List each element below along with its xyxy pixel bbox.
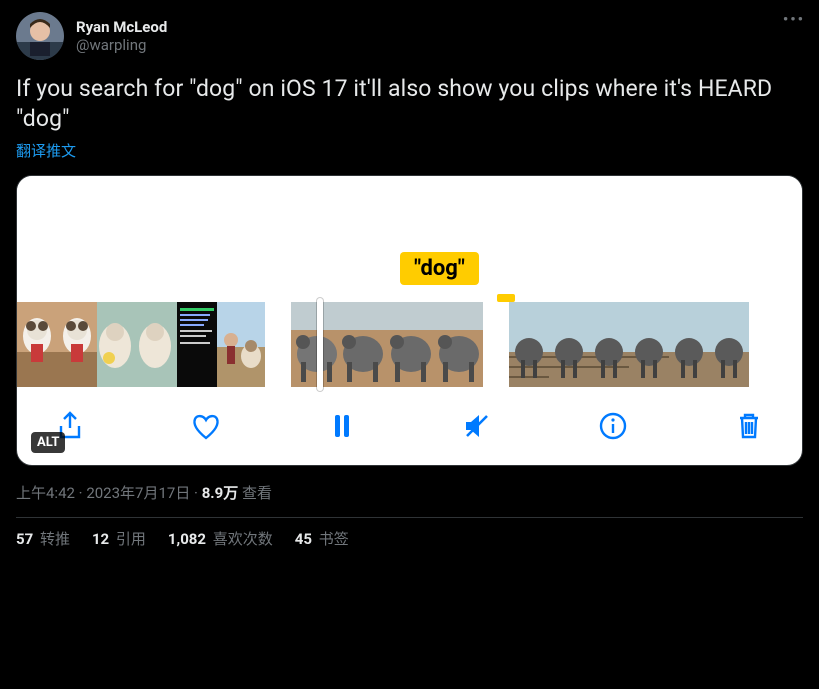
alt-badge[interactable]: ALT — [31, 432, 65, 453]
tweet-header: Ryan McLeod @warpling — [16, 12, 803, 60]
stat-likes[interactable]: 1,082 喜欢次数 — [168, 528, 273, 549]
stat-quotes[interactable]: 12 引用 — [92, 528, 146, 549]
media-toolbar — [17, 387, 802, 457]
caption-tick — [497, 294, 515, 302]
tweet-meta[interactable]: 上午4:42 · 2023年7月17日 · 8.9万 查看 — [16, 482, 803, 503]
display-name: Ryan McLeod — [76, 18, 167, 36]
clip-group-2[interactable] — [291, 302, 483, 387]
caption-bubble: "dog" — [400, 252, 479, 285]
translate-link[interactable]: 翻译推文 — [16, 140, 803, 161]
card-spacer — [17, 176, 802, 252]
video-scrubber[interactable] — [17, 302, 802, 387]
stat-retweets[interactable]: 57 转推 — [16, 528, 70, 549]
divider — [16, 517, 803, 518]
meta-views-label: 查看 — [238, 484, 272, 502]
pause-icon[interactable] — [321, 405, 363, 447]
clip-group-3[interactable] — [509, 302, 749, 387]
stats-row: 57 转推 12 引用 1,082 喜欢次数 45 书签 — [16, 528, 803, 549]
avatar[interactable] — [16, 12, 64, 60]
handle: @warpling — [76, 36, 167, 54]
tweet-text: If you search for "dog" on iOS 17 it'll … — [16, 74, 803, 134]
caption-bubble-wrap: "dog" — [17, 252, 802, 302]
heart-icon[interactable] — [185, 405, 227, 447]
info-icon[interactable] — [592, 405, 634, 447]
more-icon[interactable]: ••• — [783, 10, 805, 28]
meta-views-count: 8.9万 — [202, 484, 239, 502]
meta-time: 上午4:42 — [16, 484, 75, 502]
tweet-container: ••• Ryan McLeod @warpling If you search … — [0, 0, 819, 561]
author-names[interactable]: Ryan McLeod @warpling — [76, 18, 167, 54]
stat-bookmarks[interactable]: 45 书签 — [295, 528, 349, 549]
playhead[interactable] — [317, 298, 323, 391]
media-card[interactable]: "dog" — [16, 175, 803, 466]
trash-icon[interactable] — [728, 405, 770, 447]
mute-icon[interactable] — [456, 405, 498, 447]
clip-group-1[interactable] — [17, 302, 265, 387]
meta-date: 2023年7月17日 — [86, 484, 190, 502]
